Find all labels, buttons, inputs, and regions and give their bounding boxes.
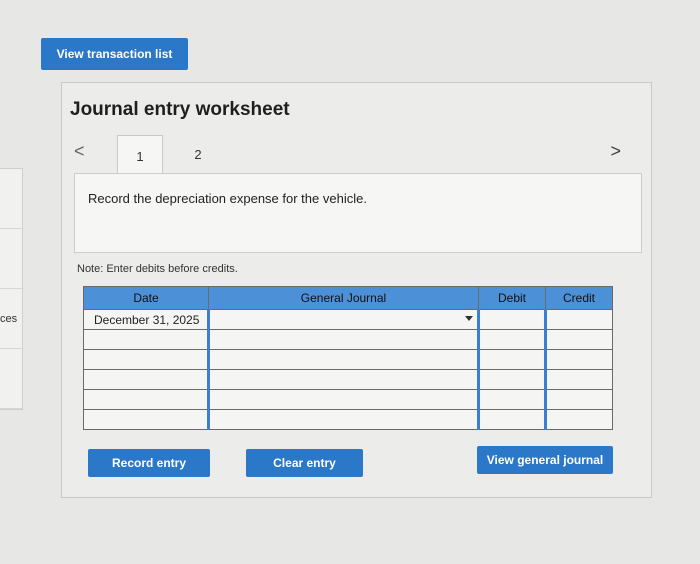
instruction-text: Record the depreciation expense for the … (88, 191, 367, 206)
account-select[interactable] (207, 329, 479, 350)
credit-input[interactable] (544, 369, 613, 390)
tab-1[interactable]: 1 (117, 135, 163, 176)
credit-input[interactable] (544, 409, 613, 430)
debit-input[interactable] (477, 349, 546, 370)
instruction-box: Record the depreciation expense for the … (74, 173, 642, 253)
date-cell[interactable] (83, 409, 209, 430)
view-general-journal-button[interactable]: View general journal (477, 446, 613, 474)
table-row (83, 369, 613, 390)
credit-input[interactable] (544, 329, 613, 350)
credit-input[interactable] (544, 389, 613, 410)
table-row (83, 349, 613, 370)
debit-input[interactable] (477, 369, 546, 390)
header-credit: Credit (545, 286, 613, 310)
date-cell[interactable] (83, 369, 209, 390)
record-entry-button[interactable]: Record entry (88, 449, 210, 477)
chevron-right-icon[interactable]: > (610, 141, 621, 162)
date-cell[interactable] (83, 349, 209, 370)
header-date: Date (83, 286, 209, 310)
side-panel (0, 168, 23, 410)
account-select[interactable] (207, 369, 479, 390)
account-select[interactable] (207, 349, 479, 370)
note-text: Note: Enter debits before credits. (77, 263, 238, 275)
debit-input[interactable] (477, 329, 546, 350)
worksheet-title: Journal entry worksheet (70, 99, 290, 120)
table-row (83, 389, 613, 410)
table-row (83, 329, 613, 350)
date-cell[interactable] (83, 389, 209, 410)
clear-entry-button[interactable]: Clear entry (246, 449, 363, 477)
debit-input[interactable] (477, 409, 546, 430)
chevron-down-icon[interactable] (465, 316, 473, 321)
journal-entry-worksheet: Journal entry worksheet < 1 2 > Record t… (61, 82, 652, 498)
view-transaction-list-button[interactable]: View transaction list (41, 38, 188, 70)
header-general-journal: General Journal (208, 286, 479, 310)
account-select[interactable] (207, 409, 479, 430)
header-debit: Debit (478, 286, 546, 310)
date-cell[interactable] (83, 329, 209, 350)
table-row: December 31, 2025 (83, 309, 613, 330)
tab-2[interactable]: 2 (176, 135, 220, 173)
debit-input[interactable] (477, 389, 546, 410)
table-header-row: Date General Journal Debit Credit (83, 286, 613, 310)
debit-input[interactable] (477, 309, 546, 330)
account-select[interactable] (207, 309, 479, 330)
credit-input[interactable] (544, 309, 613, 330)
side-panel-label: ces (0, 313, 18, 325)
credit-input[interactable] (544, 349, 613, 370)
chevron-left-icon[interactable]: < (74, 141, 85, 162)
journal-table: Date General Journal Debit Credit Decemb… (83, 286, 613, 430)
date-cell[interactable]: December 31, 2025 (83, 309, 209, 330)
table-row (83, 409, 613, 430)
account-select[interactable] (207, 389, 479, 410)
